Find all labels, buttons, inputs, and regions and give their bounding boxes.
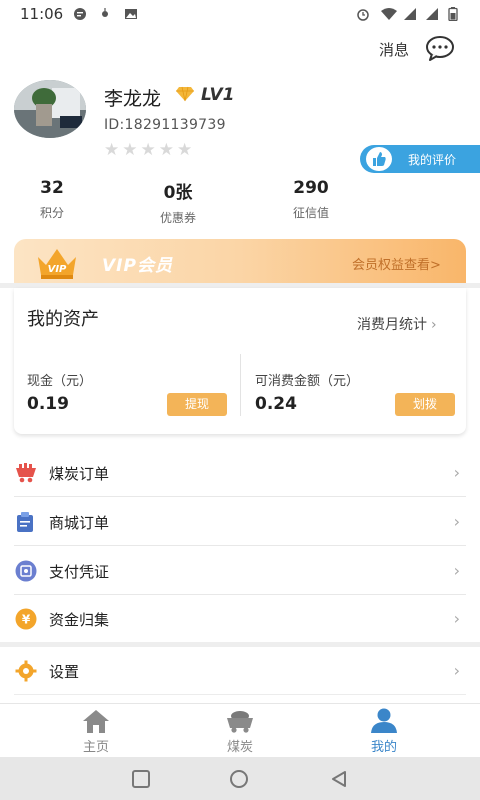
nav-home[interactable]: 主页 (56, 708, 136, 755)
assets-card: 我的资产 消费月统计 › 现金（元） 0.19 提现 可消费金额（元） 0.24 … (14, 288, 466, 434)
system-nav-bar (0, 757, 480, 800)
fund-collection-label: 资金归集 (49, 611, 110, 629)
chevron-right-icon: › (453, 609, 460, 628)
chevron-right-icon: › (453, 561, 460, 580)
menu-item-payment-voucher[interactable]: 支付凭证 › (14, 547, 466, 595)
star-icon: ★ (122, 140, 138, 160)
star-icon: ★ (177, 140, 193, 160)
image-notification-icon (125, 9, 137, 19)
gear-icon (15, 660, 37, 682)
bottom-nav: 主页 煤炭 我的 (0, 703, 480, 757)
signal-icon-1 (404, 8, 416, 20)
chevron-right-icon: › (453, 512, 460, 531)
alarm-icon (357, 9, 369, 21)
star-icon: ★ (104, 140, 120, 160)
spendable-label: 可消费金额（元） (255, 374, 360, 389)
stat-points[interactable]: 32 积分 (7, 178, 97, 221)
nav-home-label: 主页 (82, 740, 109, 755)
menu-item-coal-orders[interactable]: 煤炭订单 › (14, 449, 466, 497)
mall-order-icon (17, 512, 33, 532)
svg-text:¥: ¥ (22, 613, 31, 627)
coal-orders-label: 煤炭订单 (49, 465, 110, 483)
chevron-right-icon: › (453, 661, 460, 680)
settings-label: 设置 (49, 663, 80, 681)
vip-badge-text: VIP (48, 264, 67, 275)
battery-icon (448, 7, 458, 21)
cash-label: 现金（元） (27, 374, 93, 389)
stat-credit[interactable]: 290 征信值 (266, 178, 356, 221)
my-evaluation-button[interactable]: 我的评价 (360, 145, 480, 173)
my-evaluation-label: 我的评价 (408, 153, 457, 167)
vip-crown-icon: VIP (38, 249, 76, 279)
mall-orders-label: 商城订单 (49, 514, 110, 532)
coupons-value: 0张 (163, 183, 193, 203)
weather-notification-icon (102, 8, 108, 17)
thumbs-up-icon (366, 147, 392, 171)
spendable-value: 0.24 (255, 394, 297, 414)
wifi-icon (381, 8, 397, 20)
menu-item-settings[interactable]: 设置 › (14, 647, 466, 695)
nav-mine-label: 我的 (370, 740, 397, 755)
diamond-icon (176, 86, 194, 102)
vip-benefits-link[interactable]: 会员权益查看> (352, 254, 441, 273)
vip-card[interactable]: VIP VIP会员 会员权益查看> (14, 239, 466, 285)
transfer-button[interactable]: 划拨 (395, 393, 455, 416)
fund-collection-icon: ¥ (15, 608, 37, 630)
recent-apps-icon[interactable] (131, 769, 151, 789)
home-button-icon[interactable] (229, 769, 249, 789)
vip-title: VIP会员 (102, 256, 173, 276)
chevron-right-icon: › (431, 317, 437, 333)
credit-label: 征信值 (292, 206, 329, 220)
avatar-photo (14, 80, 86, 138)
coal-cart-icon (227, 711, 253, 733)
chat-bubble-icon[interactable] (425, 35, 455, 61)
back-icon[interactable] (329, 769, 349, 789)
star-icon: ★ (158, 140, 174, 160)
chevron-right-icon: › (453, 463, 460, 482)
status-time: 11:06 (20, 5, 64, 23)
user-level: LV1 (201, 85, 235, 105)
coupons-label: 优惠券 (159, 211, 196, 225)
assets-title: 我的资产 (27, 309, 99, 330)
menu-item-fund-collection[interactable]: ¥ 资金归集 › (14, 595, 466, 643)
avatar[interactable] (14, 80, 86, 138)
withdraw-button[interactable]: 提现 (167, 393, 227, 416)
messages-label[interactable]: 消息 (379, 39, 409, 60)
payment-voucher-label: 支付凭证 (49, 563, 110, 581)
star-icon: ★ (140, 140, 156, 160)
points-value: 32 (40, 178, 64, 198)
stat-coupons[interactable]: 0张 优惠券 (133, 178, 223, 226)
user-icon (371, 708, 397, 733)
points-label: 积分 (39, 206, 64, 220)
home-icon (83, 710, 109, 733)
username: 李龙龙 (104, 88, 162, 110)
nav-mine[interactable]: 我的 (344, 708, 424, 755)
nav-coal[interactable]: 煤炭 (200, 708, 280, 755)
coal-cart-icon (16, 463, 36, 483)
monthly-stats-link[interactable]: 消费月统计 › (357, 314, 437, 334)
menu-item-mall-orders[interactable]: 商城订单 › (14, 498, 466, 546)
monthly-stats-label: 消费月统计 (357, 317, 427, 333)
credit-value: 290 (293, 178, 329, 198)
chat-notification-icon (74, 8, 86, 20)
status-bar: 11:06 (0, 0, 480, 28)
assets-divider (240, 354, 241, 416)
signal-icon-2 (426, 8, 438, 20)
user-id: ID:18291139739 (104, 117, 226, 133)
cash-value: 0.19 (27, 394, 69, 414)
rating-stars: ★ ★ ★ ★ ★ (104, 141, 192, 159)
nav-coal-label: 煤炭 (226, 740, 253, 755)
payment-voucher-icon (15, 560, 37, 582)
